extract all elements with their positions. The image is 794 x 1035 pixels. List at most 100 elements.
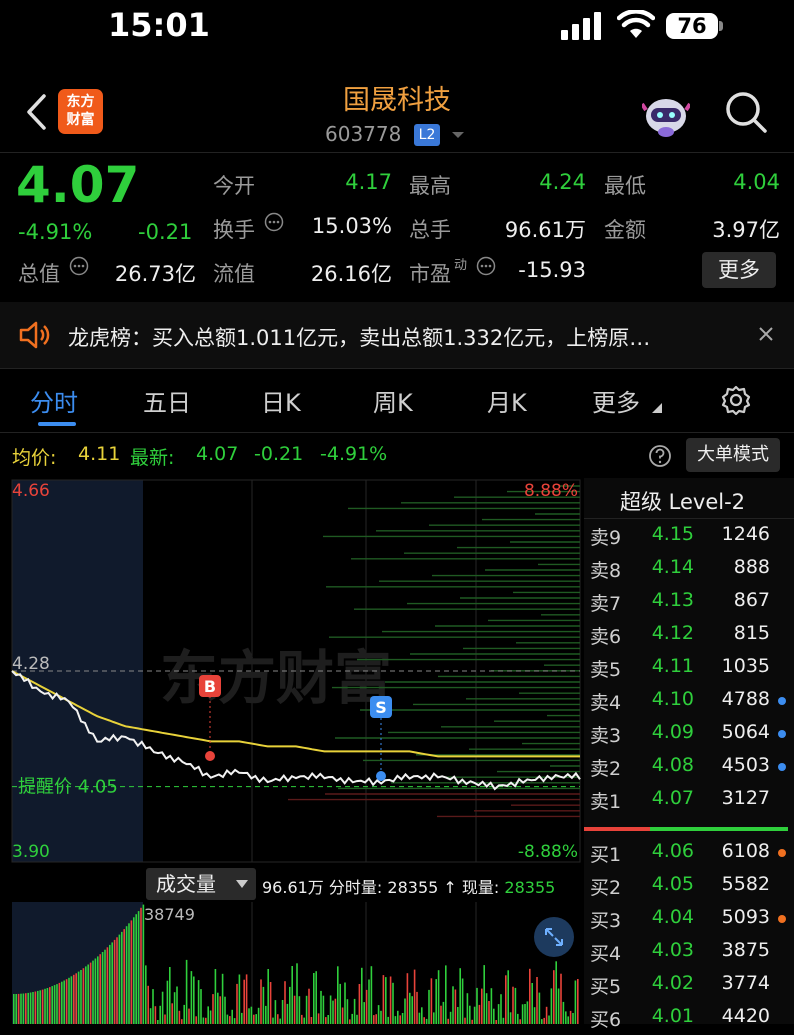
volume-bar bbox=[387, 1016, 389, 1024]
volume-bar bbox=[205, 1017, 207, 1024]
info-dots-icon[interactable] bbox=[476, 256, 496, 276]
volume-bar bbox=[149, 1008, 152, 1024]
pe-value: -15.93 bbox=[518, 258, 586, 282]
ask-row[interactable]: 卖3 4.09 5064 bbox=[590, 721, 790, 751]
volume-bar bbox=[32, 992, 34, 1024]
volume-bar bbox=[181, 1019, 183, 1024]
tab-monthly-k[interactable]: 月K bbox=[487, 383, 527, 418]
ask-row[interactable]: 卖6 4.12 815 bbox=[590, 622, 790, 652]
volume-bar bbox=[147, 985, 149, 1024]
chevron-down-icon[interactable] bbox=[450, 130, 466, 140]
ask-price: 4.09 bbox=[651, 721, 694, 743]
volume-bar bbox=[459, 968, 461, 1024]
volume-bar bbox=[385, 977, 387, 1024]
big-order-mode-button[interactable]: 大单模式 bbox=[686, 438, 780, 472]
volume-bar bbox=[495, 1020, 497, 1024]
price-max-label: 4.66 bbox=[12, 481, 50, 501]
volume-bar bbox=[37, 990, 39, 1024]
volume-bar bbox=[466, 993, 469, 1024]
help-icon[interactable] bbox=[648, 444, 672, 468]
latest-change: -0.21 bbox=[254, 443, 304, 465]
bid-row[interactable]: 买1 4.06 6108 bbox=[590, 840, 790, 870]
tab-more[interactable]: 更多 bbox=[592, 383, 640, 418]
volume-bar bbox=[433, 1012, 435, 1024]
volume-bar bbox=[298, 996, 301, 1024]
volume-bar bbox=[209, 1010, 212, 1024]
info-dots-icon[interactable] bbox=[69, 256, 89, 276]
ask-level-label: 卖4 bbox=[590, 692, 622, 714]
notice-bar[interactable]: 龙虎榜：买入总额1.011亿元，卖出总额1.332亿元，上榜原… bbox=[0, 302, 794, 368]
volume-bar bbox=[109, 944, 111, 1024]
volume-bar bbox=[241, 1012, 243, 1024]
volume-max-label: 38749 bbox=[144, 905, 195, 924]
volume-bar bbox=[99, 954, 101, 1024]
status-time: 15:01 bbox=[108, 6, 210, 44]
bid-row[interactable]: 买3 4.04 5093 bbox=[590, 906, 790, 936]
info-dots-icon[interactable] bbox=[264, 212, 284, 232]
robot-assistant-icon[interactable] bbox=[642, 90, 690, 138]
volume-bar bbox=[277, 1014, 279, 1024]
bid-row[interactable]: 买6 4.01 4420 bbox=[590, 1005, 790, 1035]
tab-intraday[interactable]: 分时 bbox=[30, 383, 78, 418]
order-flag-dot bbox=[778, 915, 786, 923]
volume-bar bbox=[502, 1017, 505, 1024]
volume-bar bbox=[373, 1015, 375, 1024]
volume-bar bbox=[279, 1018, 281, 1024]
volume-bar bbox=[58, 982, 61, 1024]
volume-bar bbox=[421, 1007, 423, 1024]
volume-bar bbox=[272, 1017, 274, 1024]
volume-bar bbox=[567, 1016, 569, 1024]
tab-five-day[interactable]: 五日 bbox=[143, 383, 191, 418]
tab-weekly-k[interactable]: 周K bbox=[373, 383, 413, 418]
volume-bar bbox=[233, 1018, 236, 1024]
volume-bar bbox=[207, 1006, 209, 1024]
volume-bar bbox=[137, 911, 140, 1024]
volume-bar bbox=[557, 988, 560, 1024]
volume-bar bbox=[497, 1004, 500, 1024]
volume-bar bbox=[526, 1001, 529, 1024]
close-icon[interactable] bbox=[758, 326, 774, 342]
volume-bar bbox=[442, 1001, 445, 1024]
volume-bar bbox=[286, 1003, 289, 1024]
volume-bar bbox=[351, 1013, 353, 1024]
more-fields-button[interactable]: 更多 bbox=[702, 252, 776, 288]
battery-tip bbox=[719, 21, 723, 31]
volume-bar bbox=[562, 1001, 565, 1024]
volume-bar bbox=[293, 995, 296, 1024]
bid-row[interactable]: 买4 4.03 3875 bbox=[590, 939, 790, 969]
volume-bar bbox=[512, 986, 514, 1024]
turnover-value: 15.03% bbox=[311, 214, 392, 238]
ask-row[interactable]: 卖1 4.07 3127 bbox=[590, 787, 790, 817]
ask-row[interactable]: 卖5 4.11 1035 bbox=[590, 655, 790, 685]
open-label: 今开 bbox=[213, 174, 255, 198]
ask-price: 4.14 bbox=[651, 556, 694, 578]
bid-row[interactable]: 买2 4.05 5582 bbox=[590, 873, 790, 903]
intraday-price-chart[interactable]: 东方财富 B S 4.66 3.90 4.28 提醒价 4.05 8.88% -… bbox=[0, 478, 584, 864]
search-icon[interactable] bbox=[724, 90, 768, 134]
volume-bar bbox=[89, 962, 92, 1024]
volume-bar bbox=[531, 983, 533, 1024]
bid-row[interactable]: 买5 4.02 3774 bbox=[590, 972, 790, 1002]
ask-row[interactable]: 卖7 4.13 867 bbox=[590, 589, 790, 619]
volume-bar bbox=[82, 968, 85, 1024]
volume-bar bbox=[253, 1014, 255, 1024]
volume-bar bbox=[284, 981, 286, 1024]
ask-row[interactable]: 卖4 4.10 4788 bbox=[590, 688, 790, 718]
expand-button[interactable] bbox=[534, 917, 574, 957]
now-volume-label: 现量: bbox=[461, 878, 500, 897]
gear-icon[interactable] bbox=[720, 384, 752, 416]
latest-change-pct: -4.91% bbox=[320, 443, 388, 465]
volume-bar bbox=[80, 970, 82, 1024]
bid-level-label: 买3 bbox=[590, 910, 622, 932]
volume-bar bbox=[500, 994, 502, 1024]
ask-row[interactable]: 卖2 4.08 4503 bbox=[590, 754, 790, 784]
tab-daily-k[interactable]: 日K bbox=[261, 383, 301, 418]
volume-bar bbox=[322, 995, 325, 1024]
ask-row[interactable]: 卖8 4.14 888 bbox=[590, 556, 790, 586]
volume-bar bbox=[353, 998, 356, 1024]
triangle-down-icon bbox=[652, 403, 662, 413]
ask-volume: 815 bbox=[733, 622, 770, 644]
ask-row[interactable]: 卖9 4.15 1246 bbox=[590, 523, 790, 553]
volume-bar bbox=[185, 959, 188, 1024]
bid-volume: 6108 bbox=[721, 840, 770, 862]
